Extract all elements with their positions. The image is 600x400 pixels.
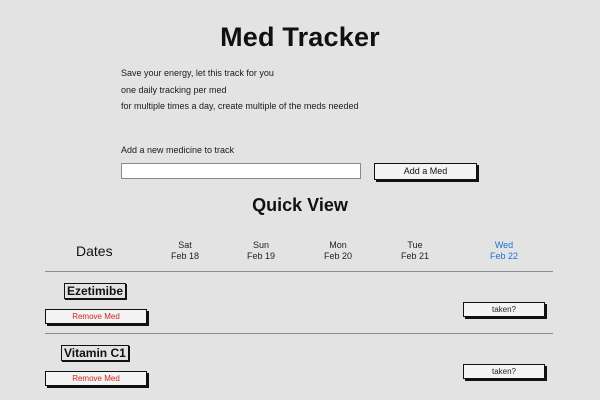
dates-label: Dates	[76, 243, 113, 259]
day-column-wed-today: Wed Feb 22	[474, 240, 534, 262]
day-date: Feb 22	[489, 251, 519, 261]
remove-med-button[interactable]: Remove Med	[45, 371, 147, 386]
day-column-sun: Sun Feb 19	[231, 240, 291, 262]
day-column-tue: Tue Feb 21	[385, 240, 445, 262]
taken-toggle-button[interactable]: taken?	[463, 364, 545, 379]
add-med-button[interactable]: Add a Med	[374, 163, 477, 180]
page-title: Med Tracker	[220, 22, 380, 52]
row-divider	[45, 271, 553, 272]
day-of-week: Sat	[178, 240, 192, 250]
day-date: Feb 18	[170, 251, 200, 261]
taken-toggle-button[interactable]: taken?	[463, 302, 545, 317]
day-column-sat: Sat Feb 18	[155, 240, 215, 262]
day-of-week: Sun	[252, 240, 269, 250]
intro-line-1: Save your energy, let this track for you	[121, 68, 274, 78]
quick-view-title: Quick View	[252, 195, 348, 215]
intro-line-2: one daily tracking per med	[121, 85, 227, 95]
day-date: Feb 21	[400, 251, 430, 261]
day-date: Feb 19	[246, 251, 276, 261]
med-tracker-page: Med Tracker Save your energy, let this t…	[0, 0, 600, 400]
row-divider	[45, 333, 553, 334]
med-name-label: Vitamin C1	[61, 345, 129, 361]
med-name-input[interactable]	[121, 163, 361, 179]
day-date: Feb 20	[323, 251, 353, 261]
day-of-week: Mon	[329, 240, 347, 250]
med-name-label: Ezetimibe	[64, 283, 127, 299]
day-of-week: Tue	[407, 240, 423, 250]
remove-med-button[interactable]: Remove Med	[45, 309, 147, 324]
intro-line-3: for multiple times a day, create multipl…	[121, 101, 359, 111]
day-column-mon: Mon Feb 20	[308, 240, 368, 262]
add-med-label: Add a new medicine to track	[121, 145, 235, 155]
day-of-week: Wed	[494, 240, 514, 250]
